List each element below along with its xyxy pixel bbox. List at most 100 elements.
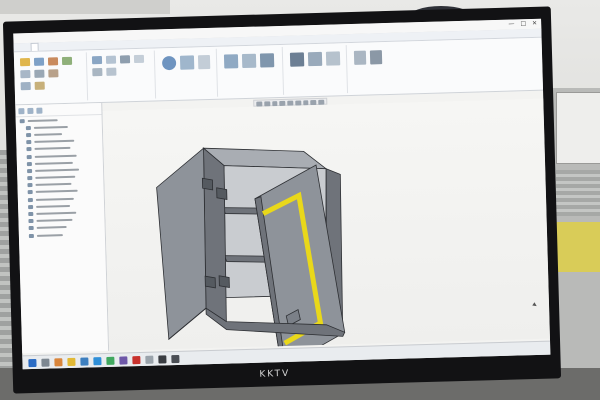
trim-tool-icon[interactable] xyxy=(48,69,59,78)
zoom-fit-icon[interactable] xyxy=(256,101,263,107)
app-dark2-icon[interactable] xyxy=(171,354,180,364)
feature-label xyxy=(36,219,73,223)
dimension-tool-icon[interactable] xyxy=(20,81,31,91)
ribbon-group-6 xyxy=(348,44,389,93)
feature-icon xyxy=(27,176,33,181)
feature-icon xyxy=(19,118,25,123)
rectangle-tool-icon[interactable] xyxy=(20,69,31,79)
feature-label xyxy=(34,147,71,151)
feature-label xyxy=(34,133,63,136)
ribbon-group-label-3 xyxy=(157,96,217,98)
explorer-icon[interactable] xyxy=(67,357,76,367)
circle-tool-icon[interactable] xyxy=(61,56,73,66)
feature-icon xyxy=(26,147,32,152)
feature-label xyxy=(35,190,78,194)
cad-icon[interactable] xyxy=(80,357,89,366)
ribbon-group-5 xyxy=(283,45,349,95)
feature-icon xyxy=(28,226,34,231)
feature-label xyxy=(36,233,63,237)
cabinet-3d-model[interactable] xyxy=(102,99,550,369)
revolve-tool-icon[interactable] xyxy=(105,55,117,64)
left-door[interactable] xyxy=(156,147,209,341)
saved-views-icon[interactable] xyxy=(295,99,302,106)
windows-icon[interactable] xyxy=(28,358,37,368)
feature-icon xyxy=(28,219,34,224)
hinge-upper-left[interactable] xyxy=(201,177,214,191)
model-tree-icon[interactable] xyxy=(18,108,25,115)
feature-label xyxy=(35,175,76,179)
feature-label xyxy=(35,183,72,187)
chat-icon[interactable] xyxy=(106,356,115,365)
repaint-icon[interactable] xyxy=(279,100,286,106)
constraint-tool-icon[interactable] xyxy=(34,81,45,90)
datum-display-icon[interactable] xyxy=(302,99,309,105)
mail-icon[interactable] xyxy=(93,357,102,366)
hinge-lower-left[interactable] xyxy=(204,275,216,289)
hinge-lower-right[interactable] xyxy=(218,275,230,288)
graphics-viewport[interactable] xyxy=(102,98,550,369)
settings-tool-icon[interactable] xyxy=(353,50,367,65)
ribbon-tab-2[interactable] xyxy=(30,42,39,51)
extrude-tool-icon[interactable] xyxy=(91,55,103,65)
feature-label xyxy=(35,197,74,201)
mirror-tool-icon[interactable] xyxy=(241,53,257,69)
zoom-in-icon[interactable] xyxy=(264,100,270,106)
feature-icon xyxy=(25,125,31,130)
ribbon-group-label-5 xyxy=(285,92,347,94)
offset-tool-icon[interactable] xyxy=(34,69,45,78)
tools-tool-icon[interactable] xyxy=(369,50,383,65)
browser-icon[interactable] xyxy=(54,358,63,367)
display-style-icon[interactable] xyxy=(287,100,294,106)
app-dark-icon[interactable] xyxy=(158,355,167,364)
ribbon-group-4 xyxy=(217,46,285,97)
ribbon-group-3 xyxy=(155,48,219,99)
monitor-brand-logo: KKTV xyxy=(259,368,291,380)
sphere-tool-icon[interactable] xyxy=(161,55,177,71)
minimize-button[interactable]: — xyxy=(508,19,514,29)
copy-tool-icon[interactable] xyxy=(259,53,275,68)
feature-icon xyxy=(26,154,32,159)
feature-label xyxy=(36,211,77,215)
shell-tool-icon[interactable] xyxy=(179,55,195,70)
model-tree-item[interactable] xyxy=(19,230,105,240)
favorites-icon[interactable] xyxy=(36,107,43,114)
hinge-upper-right[interactable] xyxy=(216,187,228,201)
close-button[interactable]: ✕ xyxy=(532,19,537,29)
feature-label xyxy=(35,168,80,172)
spin-center-icon[interactable] xyxy=(318,99,325,105)
draft-tool-icon[interactable] xyxy=(197,54,211,70)
hole-tool-icon[interactable] xyxy=(92,67,103,77)
feature-label xyxy=(27,118,58,122)
background-yellow-object xyxy=(552,222,600,272)
arc-tool-icon[interactable] xyxy=(47,57,59,66)
media-icon[interactable] xyxy=(119,356,128,365)
zoom-out-icon[interactable] xyxy=(271,100,278,106)
search-icon[interactable] xyxy=(41,358,50,367)
sweep-tool-icon[interactable] xyxy=(119,55,131,64)
app-grey-icon[interactable] xyxy=(145,355,154,364)
right-window-blind xyxy=(556,170,600,216)
feature-icon xyxy=(27,183,33,188)
feature-label xyxy=(34,154,77,158)
section-tool-icon[interactable] xyxy=(325,51,341,66)
analysis-tool-icon[interactable] xyxy=(307,51,323,67)
feature-icon xyxy=(26,132,32,138)
measure-tool-icon[interactable] xyxy=(289,52,305,67)
feature-icon xyxy=(27,197,33,202)
round-tool-icon[interactable] xyxy=(106,67,117,76)
monitor: — □ ✕ KKTV xyxy=(2,6,562,394)
feature-icon xyxy=(28,211,34,217)
maximize-button[interactable]: □ xyxy=(520,19,526,29)
pattern-tool-icon[interactable] xyxy=(223,54,239,69)
feature-icon xyxy=(26,140,32,145)
folder-browser-icon[interactable] xyxy=(27,107,34,115)
sketch-tool-icon[interactable] xyxy=(19,57,31,67)
background-second-monitor xyxy=(556,92,600,164)
feature-icon xyxy=(27,168,33,174)
blend-tool-icon[interactable] xyxy=(133,54,145,64)
feature-label xyxy=(36,226,67,230)
line-tool-icon[interactable] xyxy=(33,57,45,66)
annotation-display-icon[interactable] xyxy=(310,99,317,105)
app-red-icon[interactable] xyxy=(132,356,141,365)
feature-label xyxy=(34,161,73,165)
